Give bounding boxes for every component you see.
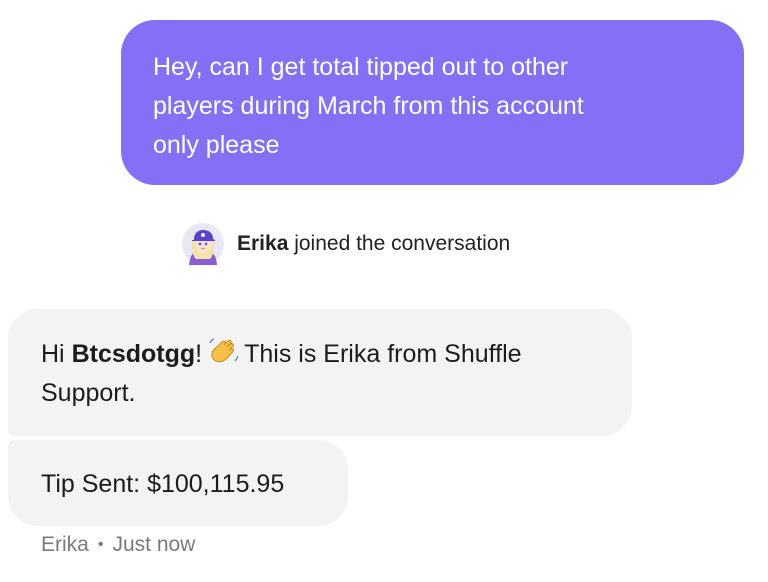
agent-message-line: Hi Btcsdotgg! This is Erika from Shuffle	[41, 335, 600, 374]
user-message-line: Hey, can I get total tipped out to other	[153, 53, 569, 81]
agent-avatar-icon	[182, 223, 224, 265]
agent-name: Erika	[237, 232, 289, 255]
exclaim-text: !	[195, 340, 203, 368]
joined-text: joined the conversation	[288, 232, 511, 255]
user-message-line: players during March from this account	[153, 92, 584, 120]
agent-message-bubble: Tip Sent: $100,115.95	[8, 440, 348, 526]
agent-joined-notice: Erika joined the conversation	[182, 222, 510, 266]
message-timestamp: Just now	[112, 533, 196, 556]
user-message-bubble: Hey, can I get total tipped out to other…	[121, 20, 744, 185]
greeting-text: Hi	[41, 340, 72, 368]
waving-hand-icon	[209, 338, 239, 363]
agent-message-bubble: Hi Btcsdotgg! This is Erika from Shuffle…	[8, 309, 632, 436]
username: Btcsdotgg	[71, 340, 196, 368]
meta-separator: •	[97, 536, 104, 553]
agent-message-text: Tip Sent: $100,115.95	[41, 470, 285, 498]
sender-name: Erika	[41, 533, 89, 556]
agent-message-text: This is Erika from Shuffle	[244, 340, 522, 368]
agent-message-line: Support.	[41, 379, 136, 407]
message-meta: Erika • Just now	[41, 533, 195, 557]
user-message-line: only please	[153, 131, 280, 159]
